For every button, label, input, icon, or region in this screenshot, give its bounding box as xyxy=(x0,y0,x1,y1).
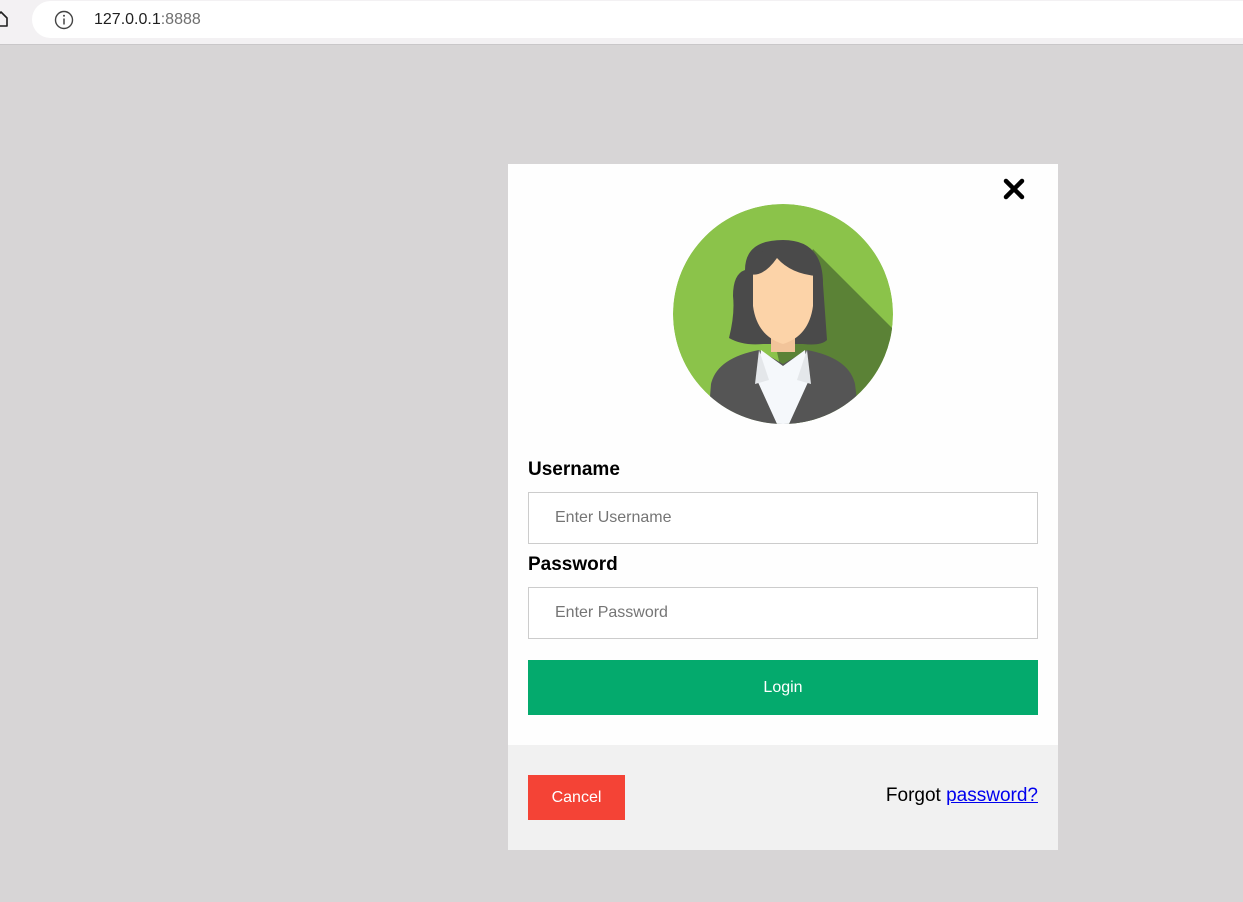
forgot-password-text: Forgot password? xyxy=(886,785,1038,807)
url-host: 127.0.0.1 xyxy=(94,11,161,28)
forgot-prefix: Forgot xyxy=(885,785,947,806)
address-bar[interactable]: 127.0.0.1:8888 xyxy=(32,1,1243,38)
username-label: Username xyxy=(528,459,620,480)
home-icon[interactable] xyxy=(0,10,8,28)
cancel-button[interactable]: Cancel xyxy=(528,775,625,820)
user-avatar-icon xyxy=(673,204,893,424)
forgot-password-link[interactable]: password? xyxy=(946,785,1038,806)
close-icon[interactable] xyxy=(1000,175,1028,203)
username-input[interactable] xyxy=(528,492,1038,544)
browser-toolbar: 127.0.0.1:8888 xyxy=(0,0,1243,45)
modal-footer: Cancel Forgot password? xyxy=(508,745,1058,850)
login-modal: Username Password Login Cancel Forgot pa… xyxy=(508,164,1058,850)
login-button[interactable]: Login xyxy=(528,660,1038,715)
info-icon[interactable] xyxy=(54,10,74,30)
password-input[interactable] xyxy=(528,587,1038,639)
url-text[interactable]: 127.0.0.1:8888 xyxy=(94,10,201,30)
password-label: Password xyxy=(528,554,618,575)
url-port: :8888 xyxy=(160,11,201,28)
